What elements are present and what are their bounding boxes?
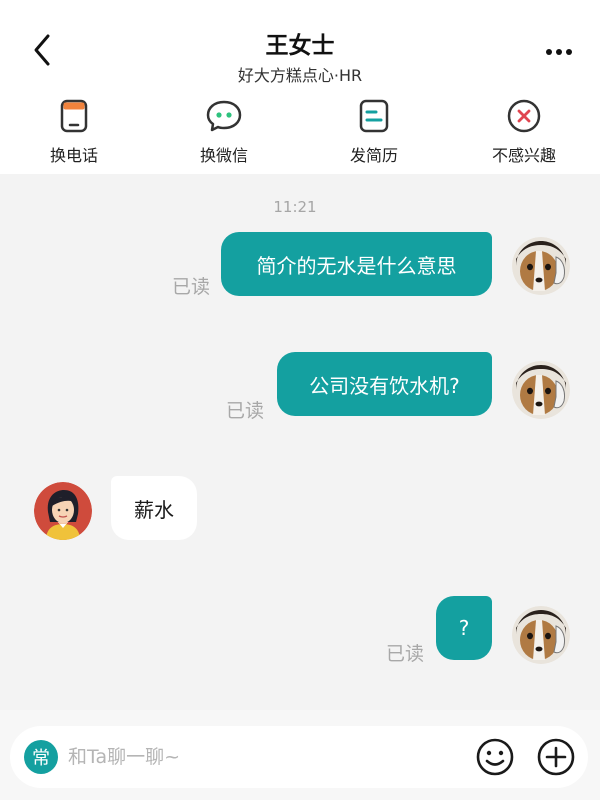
not-interested-icon xyxy=(507,99,541,133)
dog-avatar-icon xyxy=(512,361,570,419)
message-text: ? xyxy=(458,616,470,640)
my-avatar[interactable] xyxy=(512,361,570,419)
input-bar: 常 xyxy=(0,710,600,800)
more-actions-button[interactable] xyxy=(536,737,576,777)
action-bar: 换电话 换微信 发简历 不感兴趣 xyxy=(0,90,600,174)
message-input-box: 常 xyxy=(10,726,588,788)
outgoing-message[interactable]: 简介的无水是什么意思 xyxy=(221,232,492,296)
send-resume-label: 发简历 xyxy=(349,146,398,165)
exchange-wechat-button[interactable]: 换微信 xyxy=(164,96,284,170)
more-dots-icon xyxy=(546,49,572,55)
more-button[interactable] xyxy=(544,44,574,58)
exchange-phone-button[interactable]: 换电话 xyxy=(14,96,134,170)
read-status: 已读 xyxy=(386,643,425,665)
incoming-message[interactable]: 薪水 xyxy=(111,476,197,540)
company-subtitle: 好大方糕点心·HR xyxy=(237,66,363,85)
my-avatar[interactable] xyxy=(512,606,570,664)
read-status: 已读 xyxy=(172,276,211,298)
phone-icon xyxy=(60,99,88,133)
exchange-wechat-label: 换微信 xyxy=(199,146,248,165)
message-text: 简介的无水是什么意思 xyxy=(256,253,457,278)
message-text: 公司没有饮水机? xyxy=(309,373,460,398)
send-resume-button[interactable]: 发简历 xyxy=(314,96,434,170)
not-interested-button[interactable]: 不感兴趣 xyxy=(464,96,584,170)
plus-icon xyxy=(537,738,575,776)
message-text: 薪水 xyxy=(134,497,174,522)
chat-area[interactable]: 11:21 已读 简介的无水是什么意思 已读 公司没有饮水机? 薪水 已读 ? xyxy=(0,174,600,710)
resume-icon xyxy=(359,99,389,133)
header: 王女士 好大方糕点心·HR xyxy=(0,0,600,90)
read-status: 已读 xyxy=(226,400,265,422)
woman-avatar-icon xyxy=(34,482,92,540)
not-interested-label: 不感兴趣 xyxy=(491,146,556,165)
message-timestamp: 11:21 xyxy=(273,198,317,216)
dog-avatar-icon xyxy=(512,606,570,664)
wechat-icon xyxy=(206,100,242,132)
emoji-button[interactable] xyxy=(475,737,515,777)
exchange-phone-label: 换电话 xyxy=(49,146,98,165)
recruiter-avatar[interactable] xyxy=(34,482,92,540)
smiley-icon xyxy=(476,738,514,776)
common-phrases-button[interactable]: 常 xyxy=(24,740,58,774)
outgoing-message[interactable]: ? xyxy=(436,596,492,660)
dog-avatar-icon xyxy=(512,237,570,295)
message-input[interactable] xyxy=(68,736,458,778)
page-title: 王女士 xyxy=(265,33,335,59)
outgoing-message[interactable]: 公司没有饮水机? xyxy=(277,352,492,416)
my-avatar[interactable] xyxy=(512,237,570,295)
